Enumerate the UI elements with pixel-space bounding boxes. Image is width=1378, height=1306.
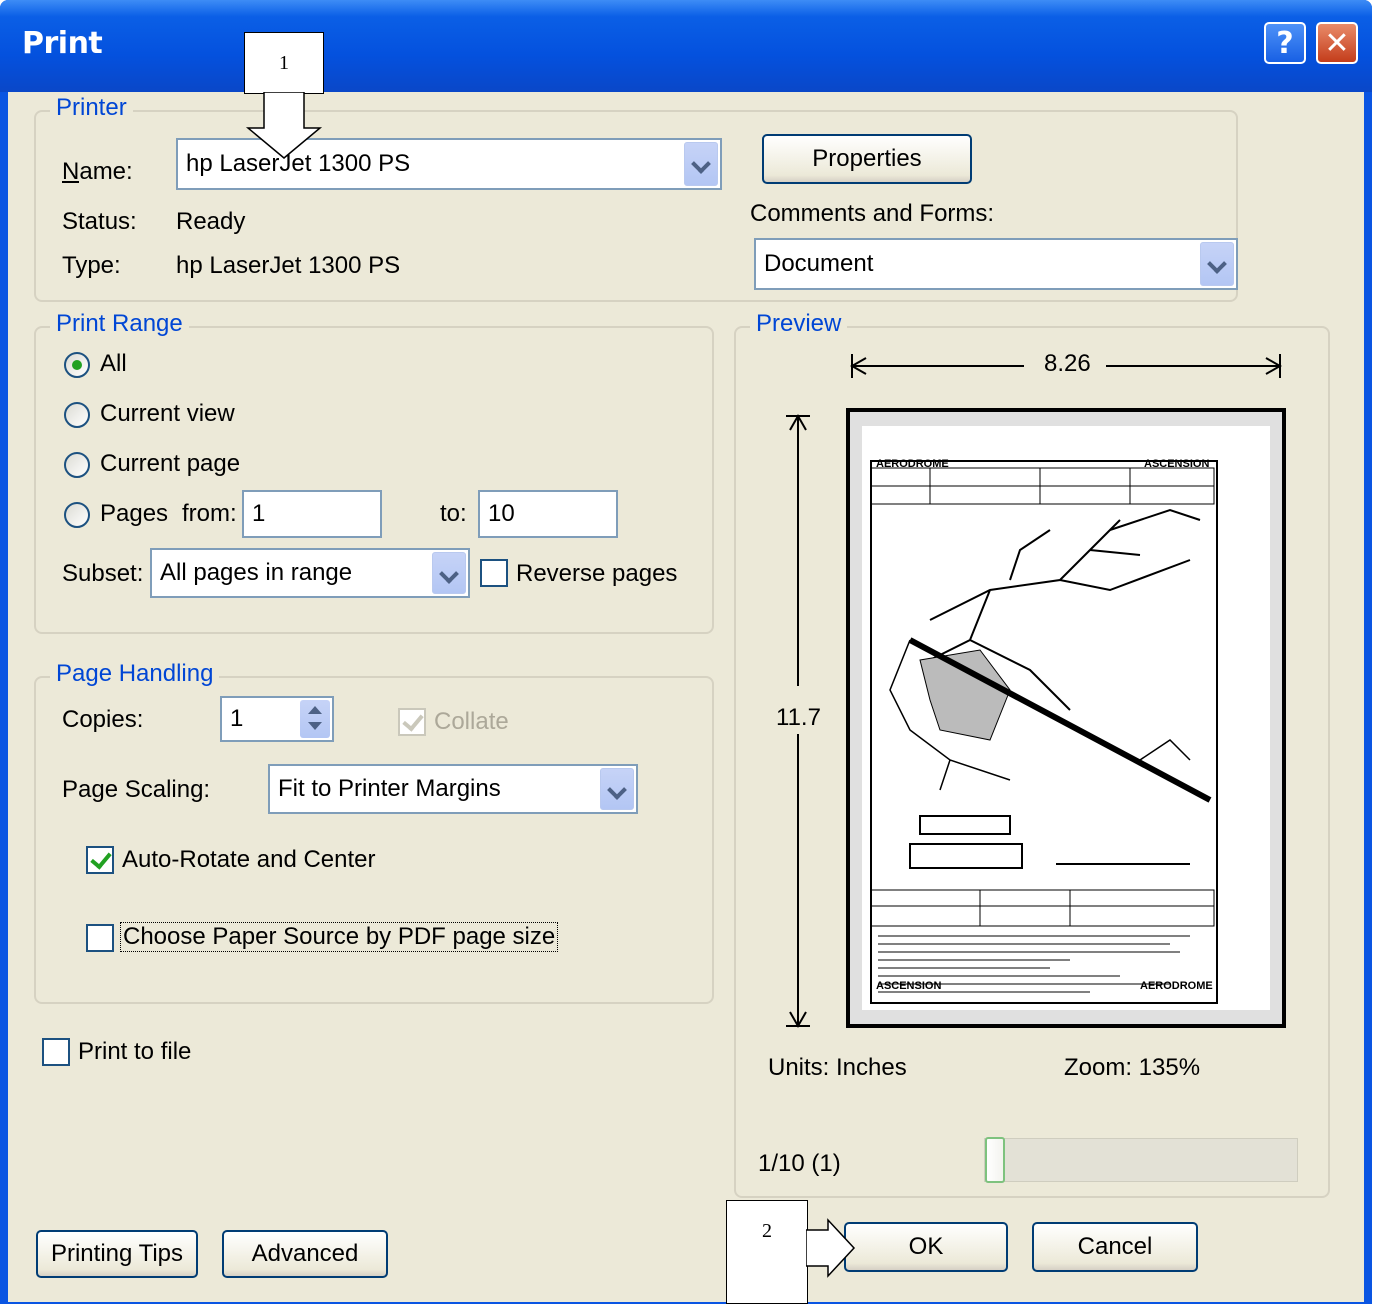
collate-checkbox (398, 708, 426, 736)
page-slider-thumb[interactable] (985, 1137, 1005, 1183)
print-to-file-label: Print to file (78, 1038, 192, 1065)
reverse-pages-checkbox[interactable] (480, 559, 508, 587)
status-label: Status: (62, 208, 137, 235)
subset-value: All pages in range (160, 559, 353, 586)
close-button[interactable]: ✕ (1316, 22, 1358, 64)
status-value: Ready (176, 208, 246, 235)
callout-1-arrow (245, 92, 323, 159)
radio-current-view[interactable] (64, 402, 90, 428)
copies-spinner[interactable]: 1 (220, 696, 334, 742)
chevron-down-icon[interactable] (684, 142, 718, 186)
radio-all-label: All (100, 350, 127, 377)
radio-pages-label: Pages (100, 500, 169, 527)
printer-name-label-rest: ame: (79, 158, 133, 185)
printing-tips-button[interactable]: Printing Tips (36, 1230, 198, 1278)
chevron-down-icon[interactable] (432, 552, 466, 594)
title-bar[interactable]: Print ? ✕ (0, 0, 1372, 92)
comments-forms-select[interactable]: Document (754, 238, 1238, 290)
page-scaling-value: Fit to Printer Margins (278, 775, 501, 802)
printer-name-label: Name: (62, 158, 133, 185)
print-dialog: Print ? ✕ Printer Name: hp LaserJet 1300… (0, 0, 1372, 1304)
spin-arrows-icon[interactable] (300, 700, 330, 738)
copies-label: Copies: (62, 706, 144, 733)
copies-value: 1 (230, 705, 244, 732)
chevron-down-icon[interactable] (600, 768, 634, 810)
paper-source-label: Choose Paper Source by PDF page size (120, 922, 559, 952)
dialog-title: Print (22, 26, 103, 61)
ok-button[interactable]: OK (844, 1222, 1008, 1272)
dialog-body: Printer Name: hp LaserJet 1300 PS Status… (8, 92, 1364, 1302)
preview-page-content: AERODROME ASCENSION ASCENSION AERODROME (862, 426, 1270, 1010)
properties-button[interactable]: Properties (762, 134, 972, 184)
printer-group-title: Printer (50, 94, 133, 122)
units-label: Units: Inches (768, 1054, 907, 1081)
radio-current-view-label: Current view (100, 400, 235, 427)
type-label: Type: (62, 252, 121, 279)
zoom-label: Zoom: 135% (1064, 1054, 1201, 1081)
reverse-pages-label: Reverse pages (516, 560, 678, 587)
comments-forms-label: Comments and Forms: (750, 200, 995, 227)
pages-to-input[interactable]: 10 (478, 490, 618, 538)
cancel-button[interactable]: Cancel (1032, 1222, 1198, 1272)
page-scaling-label: Page Scaling: (62, 776, 211, 803)
print-range-title: Print Range (50, 310, 189, 338)
page-scaling-select[interactable]: Fit to Printer Margins (268, 764, 638, 814)
radio-current-page-label: Current page (100, 450, 241, 477)
subset-label: Subset: (62, 560, 144, 587)
subset-select[interactable]: All pages in range (150, 548, 470, 598)
auto-rotate-checkbox[interactable] (86, 846, 114, 874)
type-value: hp LaserJet 1300 PS (176, 252, 401, 279)
page-indicator: 1/10 (1) (758, 1150, 841, 1177)
help-button[interactable]: ? (1264, 22, 1306, 64)
page-slider-track[interactable] (984, 1137, 1298, 1183)
auto-rotate-label: Auto-Rotate and Center (122, 846, 376, 873)
print-to-file-checkbox[interactable] (42, 1038, 70, 1066)
callout-2-box: 2 (726, 1200, 808, 1304)
page-handling-title: Page Handling (50, 660, 220, 688)
preview-height-dimension: 11.7 (776, 704, 821, 731)
comments-forms-value: Document (764, 250, 874, 277)
chevron-down-icon[interactable] (1200, 242, 1234, 286)
radio-current-page[interactable] (64, 452, 90, 478)
collate-label: Collate (434, 708, 509, 735)
aerodrome-chart-drawing (870, 467, 1215, 993)
pages-from-input[interactable]: 1 (242, 490, 382, 538)
pages-to-label: to: (440, 500, 467, 527)
advanced-button[interactable]: Advanced (222, 1230, 388, 1278)
paper-source-checkbox[interactable] (86, 924, 114, 952)
callout-1-box: 1 (244, 32, 324, 94)
preview-page: AERODROME ASCENSION ASCENSION AERODROME (846, 408, 1286, 1028)
pages-from-label: from: (182, 500, 237, 527)
radio-all[interactable] (64, 352, 90, 378)
preview-width-dimension: 8.26 (1040, 350, 1095, 378)
callout-2-arrow (806, 1218, 856, 1278)
radio-pages[interactable] (64, 502, 90, 528)
